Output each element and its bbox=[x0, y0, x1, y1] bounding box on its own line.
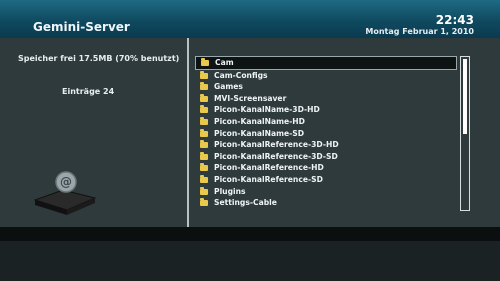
info-panel: Speicher frei 17.5MB (70% benutzt) Eintr… bbox=[0, 38, 187, 227]
svg-text:@: @ bbox=[60, 175, 72, 189]
file-list-panel: Cam Cam-Configs Games MVI-Screensaver Picon-… bbox=[189, 38, 500, 227]
list-item-label: Picon-KanalName-HD bbox=[214, 116, 305, 126]
list-item[interactable]: Plugins bbox=[195, 186, 460, 198]
folder-icon bbox=[200, 198, 208, 207]
receiver-box-icon: @ bbox=[33, 171, 97, 215]
folder-icon bbox=[200, 128, 208, 137]
folder-icon bbox=[200, 140, 208, 149]
list-item-label: Cam-Configs bbox=[214, 70, 268, 80]
window-title: Gemini-Server bbox=[33, 20, 130, 34]
list-item[interactable]: Cam-Configs bbox=[195, 70, 460, 82]
list-item-label: Cam bbox=[215, 58, 234, 67]
list-item[interactable]: Picon-KanalName-SD bbox=[195, 128, 460, 140]
list-item-label: Picon-KanalName-SD bbox=[214, 128, 305, 138]
folder-icon bbox=[200, 70, 208, 79]
footer-band bbox=[0, 227, 500, 241]
folder-icon bbox=[200, 82, 208, 91]
list-item[interactable]: Cam bbox=[195, 56, 457, 70]
list-item-label: Picon-KanalName-3D-HD bbox=[214, 105, 320, 115]
list-item-label: Games bbox=[214, 82, 243, 92]
list-item[interactable]: Picon-KanalName-HD bbox=[195, 116, 460, 128]
list-item-label: MVI-Screensaver bbox=[214, 93, 287, 103]
folder-icon bbox=[200, 163, 208, 172]
list-item-label: Settings-Cable bbox=[214, 198, 277, 208]
folder-icon bbox=[200, 151, 208, 160]
folder-icon bbox=[200, 186, 208, 195]
list-item[interactable]: Games bbox=[195, 81, 460, 93]
list-item[interactable]: Picon-KanalName-3D-HD bbox=[195, 104, 460, 116]
list-item-label: Picon-KanalReference-SD bbox=[214, 174, 323, 184]
free-space-text: Speicher frei 17.5MB (70% benutzt) bbox=[18, 54, 180, 63]
clock-date: Montag Februar 1, 2010 bbox=[365, 27, 474, 36]
list-item[interactable]: Settings-Cable bbox=[195, 197, 460, 209]
file-list[interactable]: Cam Cam-Configs Games MVI-Screensaver Picon-… bbox=[195, 56, 460, 209]
footer-area bbox=[0, 241, 500, 281]
list-item[interactable]: Picon-KanalReference-3D-HD bbox=[195, 139, 460, 151]
list-item-label: Picon-KanalReference-3D-HD bbox=[214, 140, 339, 150]
list-item[interactable]: Picon-KanalReference-3D-SD bbox=[195, 151, 460, 163]
clock-time: 22:43 bbox=[435, 13, 474, 27]
list-item[interactable]: Picon-KanalReference-HD bbox=[195, 162, 460, 174]
header-bar: Gemini-Server 22:43 Montag Februar 1, 20… bbox=[0, 0, 500, 39]
scrollbar[interactable] bbox=[460, 56, 470, 211]
list-item[interactable]: MVI-Screensaver bbox=[195, 93, 460, 105]
entries-count: Einträge 24 bbox=[62, 87, 115, 96]
list-item-label: Plugins bbox=[214, 186, 246, 196]
list-item[interactable]: Picon-KanalReference-SD bbox=[195, 174, 460, 186]
folder-icon bbox=[200, 174, 208, 183]
folder-icon bbox=[200, 116, 208, 125]
scrollbar-thumb[interactable] bbox=[463, 59, 467, 134]
folder-icon bbox=[200, 105, 208, 114]
folder-icon bbox=[200, 93, 208, 102]
list-item-label: Picon-KanalReference-3D-SD bbox=[214, 151, 338, 161]
list-item-label: Picon-KanalReference-HD bbox=[214, 163, 324, 173]
folder-icon bbox=[201, 58, 209, 66]
